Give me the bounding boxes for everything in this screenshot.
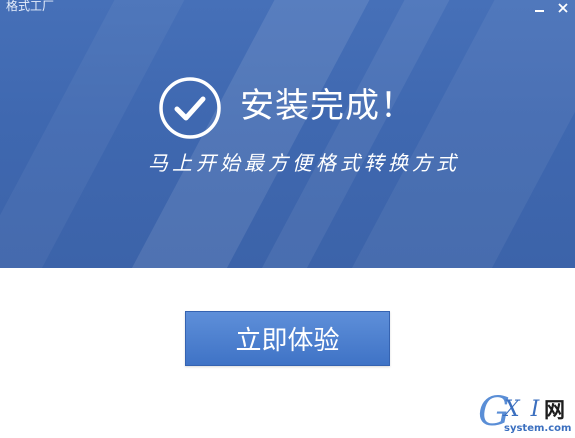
close-icon: [558, 3, 568, 13]
watermark-wang: 网: [544, 398, 565, 422]
hero-banner: 格式工厂 安装完成！ 马上开始最方便格式转换方式: [0, 0, 575, 268]
watermark-domain: system.com: [504, 423, 572, 434]
watermark-xi: X I: [504, 397, 542, 422]
minimize-icon: [535, 10, 544, 12]
check-circle-icon: [159, 77, 221, 139]
close-button[interactable]: [553, 0, 573, 16]
start-experience-button[interactable]: 立即体验: [185, 311, 390, 366]
watermark-logo: G X I 网 system.com: [478, 390, 573, 436]
install-complete-title: 安装完成！: [240, 86, 415, 126]
window-title: 格式工厂: [6, 0, 55, 13]
install-subtitle: 马上开始最方便格式转换方式: [148, 151, 460, 175]
minimize-button[interactable]: [530, 0, 550, 16]
